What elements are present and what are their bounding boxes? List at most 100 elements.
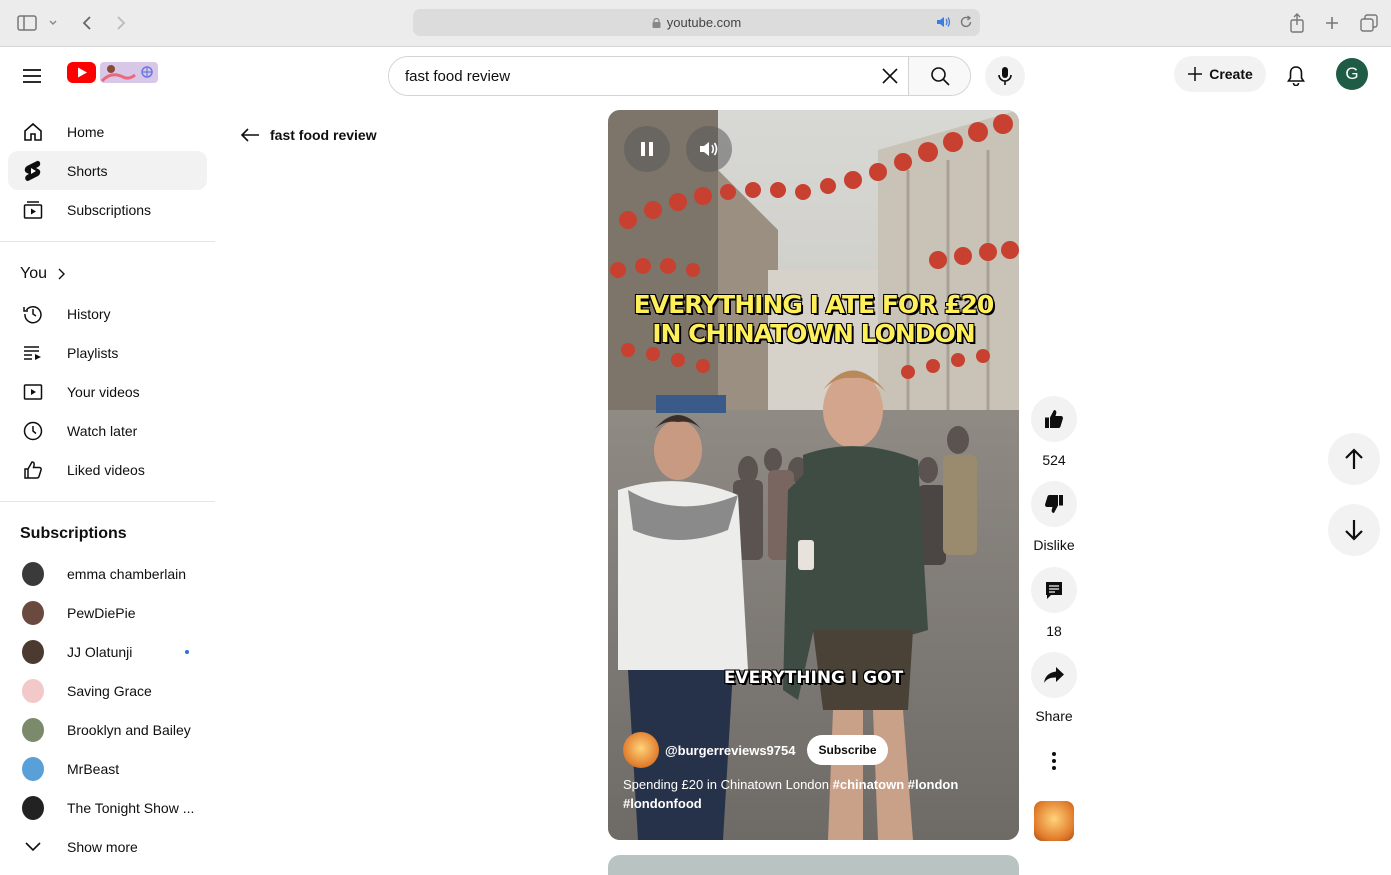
audio-icon[interactable] [936,15,952,32]
channel-row: @burgerreviews9754 Subscribe [623,732,888,768]
comments-button[interactable] [1031,567,1077,613]
sidebar-item-label: Watch later [67,422,138,439]
subscription-label: emma chamberlain [67,565,187,582]
sidebar-item-liked-videos[interactable]: Liked videos [8,450,207,489]
show-more-button[interactable]: Show more [8,827,207,866]
sidebar-item-watch-later[interactable]: Watch later [8,411,207,450]
subscription-jj-olatunji[interactable]: JJ Olatunji [8,632,207,671]
sidebar-item-label: Your videos [67,383,140,400]
channel-avatar [22,679,44,703]
search-box [388,56,971,96]
dislike-action: Dislike [1031,481,1077,553]
subscription-brooklyn-and-bailey[interactable]: Brooklyn and Bailey [8,710,207,749]
subscription-label: Saving Grace [67,682,152,699]
shorts-video-player[interactable]: EVERYTHING I ATE FOR £20 IN CHINATOWN LO… [608,110,1019,840]
you-section-heading[interactable]: You [0,254,215,294]
video-caption-subtitle: EVERYTHING I GOT [723,668,904,688]
youtube-logo[interactable] [67,61,159,85]
subscription-label: Brooklyn and Bailey [67,721,191,738]
create-label: Create [1209,66,1253,82]
channel-avatar [22,601,44,625]
sidebar-item-label: Playlists [67,344,119,361]
hamburger-menu-icon[interactable] [18,62,46,90]
new-tab-icon[interactable] [1321,12,1343,34]
subscription-the-tonight-show[interactable]: The Tonight Show ... [8,788,207,827]
back-to-search[interactable]: fast food review [240,124,377,146]
sidebar-item-shorts[interactable]: Shorts [8,151,207,190]
playlists-icon [22,342,44,364]
next-short-preview[interactable] [608,855,1019,875]
channel-avatar[interactable] [623,732,659,768]
back-icon[interactable] [76,12,98,34]
home-icon [22,121,44,143]
sidebar-item-label: Home [67,123,105,140]
chevron-down-icon[interactable] [42,12,64,34]
more-action [1031,738,1077,784]
subscription-mrbeast[interactable]: MrBeast [8,749,207,788]
hashtag-link[interactable]: #londonfood [623,796,702,811]
caption-line-2: IN CHINATOWN LONDON [652,319,975,348]
sidebar-item-label: History [67,305,111,322]
forward-icon[interactable] [110,12,132,34]
subscribe-button[interactable]: Subscribe [807,735,888,765]
subscription-emma-chamberlain[interactable]: emma chamberlain [8,554,207,593]
channel-handle[interactable]: @burgerreviews9754 [665,743,795,758]
sidebar-icon[interactable] [16,12,38,34]
browser-toolbar: youtube.com [0,0,1391,47]
channel-avatar [22,757,44,781]
sidebar-item-history[interactable]: History [8,294,207,333]
clear-search-icon[interactable] [872,57,908,95]
divider [0,501,215,502]
dislike-button[interactable] [1031,481,1077,527]
sound-channel-avatar[interactable] [1034,801,1074,841]
create-button[interactable]: Create [1174,56,1266,92]
comments-action: 18 [1031,567,1077,639]
share-icon[interactable] [1286,12,1308,34]
pause-button[interactable] [624,126,670,172]
search-icon [930,67,950,86]
your-videos-icon [22,381,44,403]
sidebar-item-label: Subscriptions [67,201,152,218]
account-avatar[interactable]: G [1336,58,1368,90]
reload-icon[interactable] [959,15,973,32]
previous-short-button[interactable] [1328,433,1380,485]
subscription-label: JJ Olatunji [67,643,133,660]
chevron-right-icon [58,268,65,280]
hashtag-link[interactable]: #chinatown [833,777,905,792]
like-action: 524 [1031,396,1077,468]
search-input[interactable] [389,57,872,95]
thumb-down-icon [1045,495,1063,513]
volume-icon [700,142,718,156]
sidebar-item-subscriptions[interactable]: Subscriptions [8,190,207,229]
show-more-label: Show more [67,838,138,855]
you-heading: You [20,265,47,282]
video-title[interactable]: Spending £20 in Chinatown London #chinat… [623,775,1003,813]
like-button[interactable] [1031,396,1077,442]
mute-button[interactable] [686,126,732,172]
plus-icon [1188,67,1203,81]
sidebar-item-playlists[interactable]: Playlists [8,333,207,372]
sidebar-item-home[interactable]: Home [8,112,207,151]
share-button[interactable] [1031,652,1077,698]
comment-icon [1046,582,1062,599]
address-bar[interactable]: youtube.com [413,9,980,36]
notifications-bell-icon[interactable] [1281,60,1311,90]
search-button[interactable] [908,57,970,95]
share-arrow-icon [1044,667,1064,683]
sidebar-item-your-videos[interactable]: Your videos [8,372,207,411]
back-label: fast food review [270,127,377,143]
sidebar: Home Shorts Subscriptions You History Pl… [0,112,215,867]
chevron-down-icon [22,836,44,858]
hashtag-link[interactable]: #london [908,777,959,792]
voice-search-button[interactable] [985,56,1025,96]
next-short-button[interactable] [1328,504,1380,556]
subscription-saving-grace[interactable]: Saving Grace [8,671,207,710]
subscription-pewdiepie[interactable]: PewDiePie [8,593,207,632]
subscriptions-heading: Subscriptions [20,525,127,542]
thumb-up-icon [1045,410,1063,428]
like-count: 524 [1042,452,1066,468]
tabs-icon[interactable] [1358,12,1380,34]
shorts-icon [22,160,44,182]
more-options-button[interactable] [1031,738,1077,784]
channel-avatar [22,562,44,586]
